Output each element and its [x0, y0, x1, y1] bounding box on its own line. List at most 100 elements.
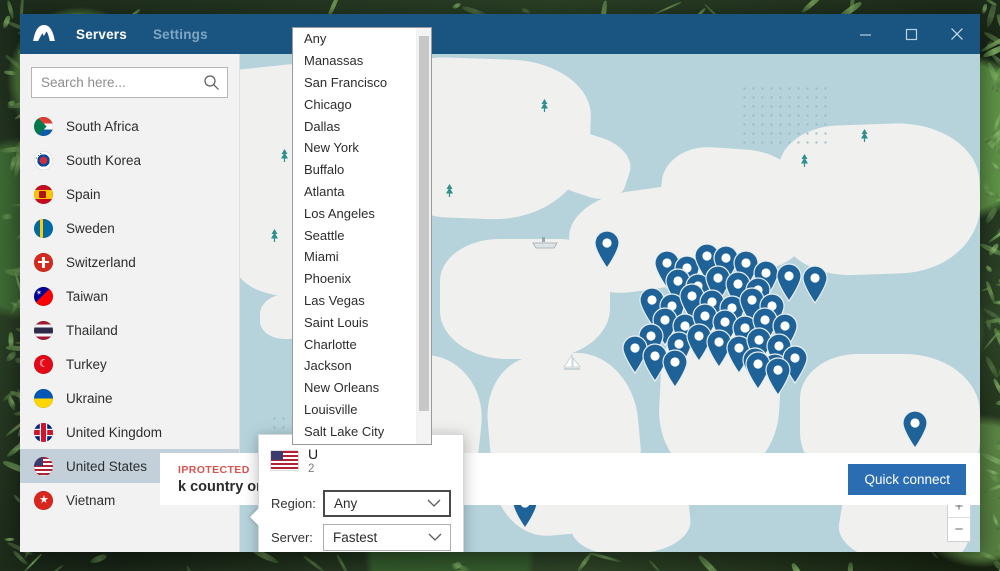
flag-icon-se — [34, 219, 53, 238]
nordvpn-app-window: Servers Settings Search here... South Af… — [20, 14, 980, 552]
flag-icon-us — [34, 457, 53, 476]
flag-icon-tw: ✶ — [34, 287, 53, 306]
sailboat-icon — [560, 354, 584, 379]
popup-flag-icon — [271, 451, 298, 470]
sidebar-item-ukraine[interactable]: Ukraine — [20, 381, 239, 415]
country-name: United States — [66, 459, 147, 474]
flag-icon-vn: ★ — [34, 491, 53, 510]
sidebar-item-spain[interactable]: Spain — [20, 177, 239, 211]
dropdown-item-phoenix[interactable]: Phoenix — [293, 268, 416, 290]
dropdown-item-new-york[interactable]: New York — [293, 137, 416, 159]
search-icon[interactable] — [203, 74, 220, 96]
country-name: United Kingdom — [66, 425, 162, 440]
dropdown-item-manassas[interactable]: Manassas — [293, 50, 416, 72]
flag-icon-th — [34, 321, 53, 340]
map-pin[interactable] — [592, 229, 622, 269]
ship-icon — [530, 234, 560, 255]
sidebar-item-switzerland[interactable]: Switzerland — [20, 245, 239, 279]
dropdown-item-seattle[interactable]: Seattle — [293, 224, 416, 246]
chevron-down-icon[interactable] — [426, 496, 442, 511]
window-controls — [842, 14, 980, 54]
search-input[interactable] — [32, 75, 227, 90]
dropdown-item-new-orleans[interactable]: New Orleans — [293, 377, 416, 399]
flag-icon-za — [34, 117, 53, 136]
dropdown-item-salt-lake-city[interactable]: Salt Lake City — [293, 420, 416, 442]
country-name: Sweden — [66, 221, 115, 236]
nav-servers[interactable]: Servers — [76, 27, 127, 42]
server-label: Server: — [271, 530, 323, 545]
server-row: Server: Fastest — [259, 524, 463, 551]
popup-server-count: 2 — [308, 463, 318, 475]
region-select[interactable]: Any — [323, 490, 451, 517]
country-options-popup: U 2 Region: Any Server: Fastest — [258, 434, 464, 552]
country-name: Thailand — [66, 323, 118, 338]
pine-tree-icon — [540, 99, 549, 118]
country-name: Taiwan — [66, 289, 108, 304]
dropdown-item-buffalo[interactable]: Buffalo — [293, 159, 416, 181]
sidebar-item-taiwan[interactable]: ✶ Taiwan — [20, 279, 239, 313]
app-content: South Africa ⋰ South Korea Spain Sweden Switz… — [20, 54, 980, 552]
sidebar-item-sweden[interactable]: Sweden — [20, 211, 239, 245]
landmass — [440, 239, 610, 359]
sidebar-item-united-kingdom[interactable]: United Kingdom — [20, 415, 239, 449]
country-name: Ukraine — [66, 391, 113, 406]
popup-country-name: U — [308, 445, 318, 463]
region-dropdown-list[interactable]: Any Manassas San Francisco Chicago Dallas New… — [292, 27, 432, 445]
flag-icon-tr: ☾ — [34, 355, 53, 374]
dropdown-item-saint-louis[interactable]: Saint Louis — [293, 311, 416, 333]
country-name: South Korea — [66, 153, 141, 168]
dropdown-scrollbar[interactable] — [416, 28, 431, 444]
zoom-out-button[interactable]: − — [948, 518, 970, 541]
sidebar-item-south-africa[interactable]: South Africa — [20, 109, 239, 143]
map-pin[interactable] — [763, 356, 793, 396]
close-icon[interactable] — [934, 14, 980, 54]
dropdown-item-louisville[interactable]: Louisville — [293, 399, 416, 421]
flag-icon-kr: ⋰ — [34, 151, 53, 170]
pine-tree-icon — [445, 184, 454, 203]
sidebar-item-thailand[interactable]: Thailand — [20, 313, 239, 347]
dropdown-item-las-vegas[interactable]: Las Vegas — [293, 290, 416, 312]
server-value: Fastest — [333, 530, 377, 545]
region-row: Region: Any — [259, 490, 463, 517]
dropdown-item-miami[interactable]: Miami — [293, 246, 416, 268]
minimize-icon[interactable] — [842, 14, 888, 54]
quick-connect-button[interactable]: Quick connect — [848, 464, 966, 495]
dropdown-item-any[interactable]: Any — [293, 28, 416, 50]
desktop-background: Servers Settings Search here... South Af… — [0, 0, 1000, 571]
scrollbar-thumb[interactable] — [419, 36, 429, 411]
flag-icon-gb — [34, 423, 53, 442]
flag-icon-ch — [34, 253, 53, 272]
search-box[interactable] — [31, 67, 228, 98]
popup-pointer — [250, 508, 259, 526]
map-pin[interactable] — [660, 348, 690, 388]
dropdown-item-jackson[interactable]: Jackson — [293, 355, 416, 377]
country-name: Turkey — [66, 357, 107, 372]
country-name: Switzerland — [66, 255, 136, 270]
map-pin[interactable] — [900, 409, 930, 449]
nordvpn-logo-icon — [30, 20, 58, 48]
dropdown-item-chicago[interactable]: Chicago — [293, 93, 416, 115]
dropdown-items[interactable]: Any Manassas San Francisco Chicago Dallas New… — [293, 28, 416, 444]
map-pin[interactable] — [800, 264, 830, 304]
server-select[interactable]: Fastest — [323, 524, 451, 551]
maximize-icon[interactable] — [888, 14, 934, 54]
dropdown-item-los-angeles[interactable]: Los Angeles — [293, 202, 416, 224]
nav-settings[interactable]: Settings — [153, 27, 208, 42]
dropdown-item-san-francisco[interactable]: San Francisco — [293, 72, 416, 94]
pine-tree-icon — [800, 154, 809, 173]
search-area — [20, 54, 239, 106]
pine-tree-icon — [270, 229, 279, 248]
ocean-dot-pattern — [740, 84, 830, 144]
country-name: Spain — [66, 187, 101, 202]
title-bar: Servers Settings — [20, 14, 980, 54]
sidebar-item-south-korea[interactable]: ⋰ South Korea — [20, 143, 239, 177]
dropdown-item-charlotte[interactable]: Charlotte — [293, 333, 416, 355]
sidebar-item-turkey[interactable]: ☾ Turkey — [20, 347, 239, 381]
chevron-down-icon[interactable] — [427, 530, 443, 545]
region-label: Region: — [271, 496, 323, 511]
country-name: Vietnam — [66, 493, 115, 508]
dropdown-item-dallas[interactable]: Dallas — [293, 115, 416, 137]
region-value: Any — [334, 496, 357, 511]
flag-icon-ua — [34, 389, 53, 408]
dropdown-item-atlanta[interactable]: Atlanta — [293, 181, 416, 203]
